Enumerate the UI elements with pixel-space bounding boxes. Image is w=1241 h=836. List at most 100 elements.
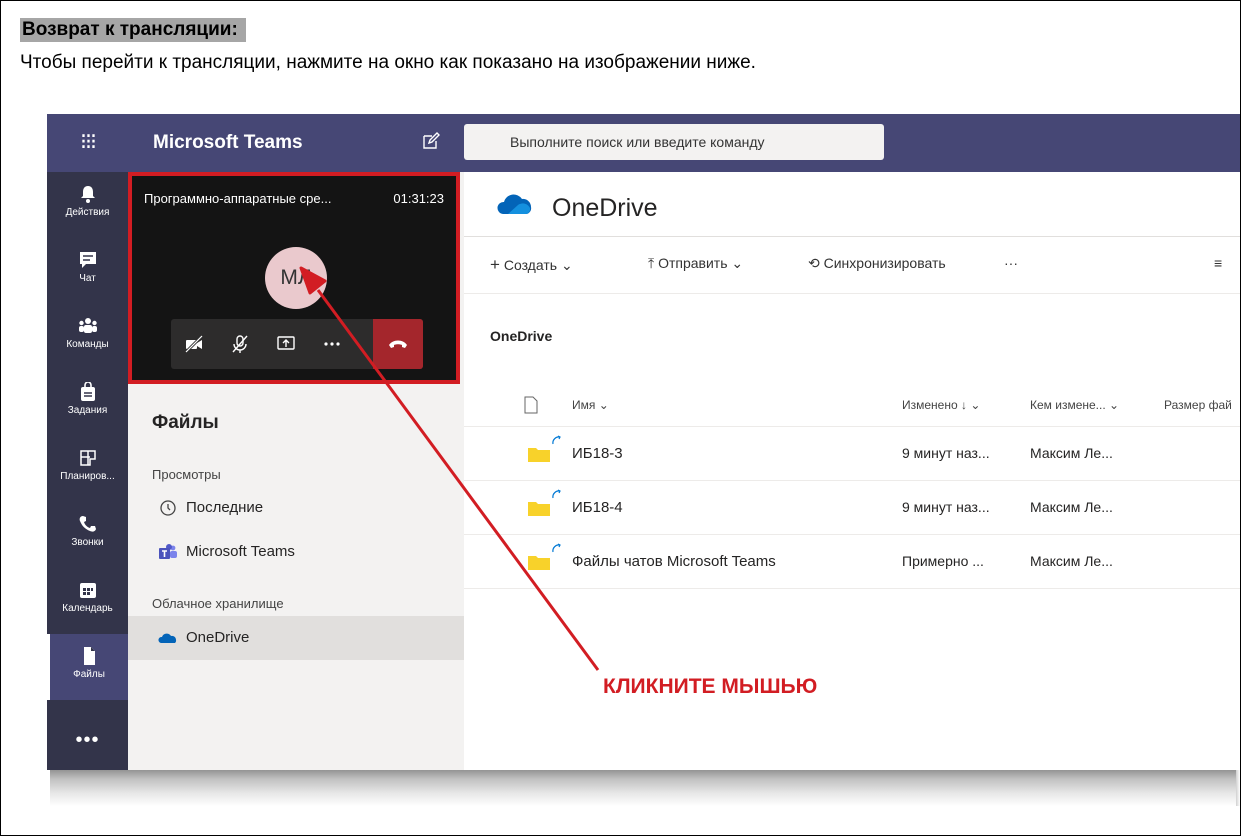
assignments-icon — [80, 382, 95, 401]
doc-instruction: Чтобы перейти к трансляции, нажмите на о… — [20, 52, 756, 73]
folder-icon — [528, 448, 550, 462]
teams-icon — [78, 318, 97, 333]
nav-label: OneDrive — [186, 629, 250, 646]
file-modified: 9 минут наз... — [902, 499, 990, 515]
rail-label: Действия — [65, 207, 110, 218]
app-launcher-icon[interactable]: ⁝⁝⁝ — [47, 114, 128, 172]
rail-label: Задания — [67, 405, 108, 416]
mic-toggle-button[interactable] — [217, 319, 263, 369]
nav-item-microsoft-teams[interactable]: Microsoft Teams — [128, 530, 464, 574]
bell-icon — [80, 186, 95, 203]
screenshot-shadow — [50, 768, 1240, 806]
share-screen-button[interactable] — [263, 319, 309, 369]
more-icon — [324, 342, 340, 346]
search-input[interactable] — [464, 124, 884, 160]
teams-logo-icon — [159, 544, 177, 559]
meeting-timer: 01:31:23 — [393, 191, 444, 206]
rail-item-assignments[interactable]: Задания — [47, 370, 128, 436]
rail-item-files[interactable]: Файлы — [47, 634, 128, 700]
click-annotation: КЛИКНИТЕ МЫШЬЮ — [603, 675, 818, 698]
rail-label: Планиров... — [60, 471, 115, 482]
more-commands-button[interactable]: ··· — [1004, 255, 1018, 271]
table-row[interactable]: ИБ18-3 9 минут наз... Максим Ле... — [464, 427, 1240, 481]
phone-icon — [79, 516, 96, 532]
column-size[interactable]: Размер фай — [1164, 398, 1232, 412]
column-name[interactable]: Имя ⌄ — [572, 398, 609, 412]
planner-icon — [79, 450, 96, 466]
upload-label: Отправить — [658, 255, 728, 271]
sync-status-icon — [552, 543, 561, 553]
file-type-icon — [524, 396, 538, 414]
rail-label: Файлы — [73, 669, 105, 680]
table-row[interactable]: Файлы чатов Microsoft Teams Примерно ...… — [464, 535, 1240, 589]
teams-header: ⁝⁝⁝ Microsoft Teams — [47, 114, 1240, 172]
camera-off-icon — [184, 334, 204, 354]
mic-off-icon — [232, 335, 248, 353]
chevron-down-icon: ⌄ — [731, 255, 744, 271]
view-options-button[interactable]: ≡ — [1214, 255, 1222, 271]
column-name-label: Имя — [572, 398, 596, 412]
file-modified: Примерно ... — [902, 553, 984, 569]
chat-icon — [79, 252, 96, 268]
more-actions-button[interactable] — [309, 319, 355, 369]
create-button[interactable]: + Создать ⌄ — [490, 255, 573, 275]
file-name: Файлы чатов Microsoft Teams — [572, 553, 776, 570]
onedrive-content: OneDrive + Создать ⌄ ⤒ Отправить ⌄ ⟲ Син… — [464, 172, 1240, 770]
avatar: МЛ — [265, 247, 327, 309]
table-row[interactable]: ИБ18-4 9 минут наз... Максим Ле... — [464, 481, 1240, 535]
onedrive-icon — [158, 633, 177, 643]
rail-label: Календарь — [62, 603, 113, 614]
nav-item-onedrive[interactable]: OneDrive — [128, 616, 464, 660]
rail-item-activity[interactable]: Действия — [47, 172, 128, 238]
hang-up-icon — [389, 340, 407, 348]
call-controls — [171, 319, 423, 369]
section-cloud: Облачное хранилище — [152, 596, 284, 611]
nav-label: Microsoft Teams — [186, 543, 295, 560]
plus-icon: + — [490, 255, 500, 274]
section-views: Просмотры — [152, 467, 221, 482]
column-modified-label: Изменено ↓ — [902, 398, 967, 412]
hang-up-button[interactable] — [373, 319, 423, 369]
sync-button[interactable]: ⟲ Синхронизировать — [808, 255, 946, 272]
meeting-mini-window[interactable]: Программно-аппаратные сре... 01:31:23 МЛ — [128, 172, 460, 384]
file-modified-by: Максим Ле... — [1030, 553, 1113, 569]
rail-label: Чат — [79, 273, 96, 284]
compose-icon[interactable] — [422, 132, 440, 150]
rail-item-calls[interactable]: Звонки — [47, 502, 128, 568]
column-modified[interactable]: Изменено ↓ ⌄ — [902, 398, 980, 412]
nav-item-recent[interactable]: Последние — [128, 486, 464, 530]
file-modified-by: Максим Ле... — [1030, 445, 1113, 461]
content-title: OneDrive — [552, 194, 658, 222]
file-modified: 9 минут наз... — [902, 445, 990, 461]
doc-heading: Возврат к трансляции: — [20, 18, 246, 42]
teams-screenshot: ⁝⁝⁝ Microsoft Teams Действия Чат Команды… — [47, 114, 1240, 770]
camera-toggle-button[interactable] — [171, 319, 217, 369]
breadcrumb: OneDrive — [490, 328, 553, 344]
file-list-header: Имя ⌄ Изменено ↓ ⌄ Кем измене... ⌄ Разме… — [464, 386, 1240, 427]
more-apps-button[interactable]: ••• — [47, 720, 128, 770]
rail-item-calendar[interactable]: Календарь — [47, 568, 128, 634]
column-modified-by[interactable]: Кем измене... ⌄ — [1030, 398, 1119, 412]
rail-item-planner[interactable]: Планиров... — [47, 436, 128, 502]
file-name: ИБ18-3 — [572, 445, 623, 462]
upload-button[interactable]: ⤒ Отправить ⌄ — [648, 255, 743, 272]
upload-icon: ⤒ — [648, 255, 655, 271]
left-rail: Действия Чат Команды Задания Планиров...… — [47, 172, 128, 770]
sync-label: Синхронизировать — [823, 255, 946, 271]
app-title: Microsoft Teams — [153, 132, 303, 153]
sync-status-icon — [552, 489, 561, 499]
rail-label: Команды — [66, 339, 109, 350]
nav-label: Последние — [186, 499, 264, 516]
sync-status-icon — [552, 435, 561, 445]
chevron-down-icon: ⌄ — [560, 257, 573, 273]
file-modified-by: Максим Ле... — [1030, 499, 1113, 515]
command-bar: + Создать ⌄ ⤒ Отправить ⌄ ⟲ Синхронизиро… — [464, 237, 1240, 294]
calendar-icon — [79, 583, 96, 598]
folder-icon — [528, 502, 550, 516]
sync-icon: ⟲ — [808, 255, 820, 271]
rail-item-chat[interactable]: Чат — [47, 238, 128, 304]
onedrive-logo-icon — [497, 194, 532, 214]
rail-item-teams[interactable]: Команды — [47, 304, 128, 370]
onedrive-header: OneDrive — [464, 172, 1240, 237]
column-modified-by-label: Кем измене... — [1030, 398, 1106, 412]
